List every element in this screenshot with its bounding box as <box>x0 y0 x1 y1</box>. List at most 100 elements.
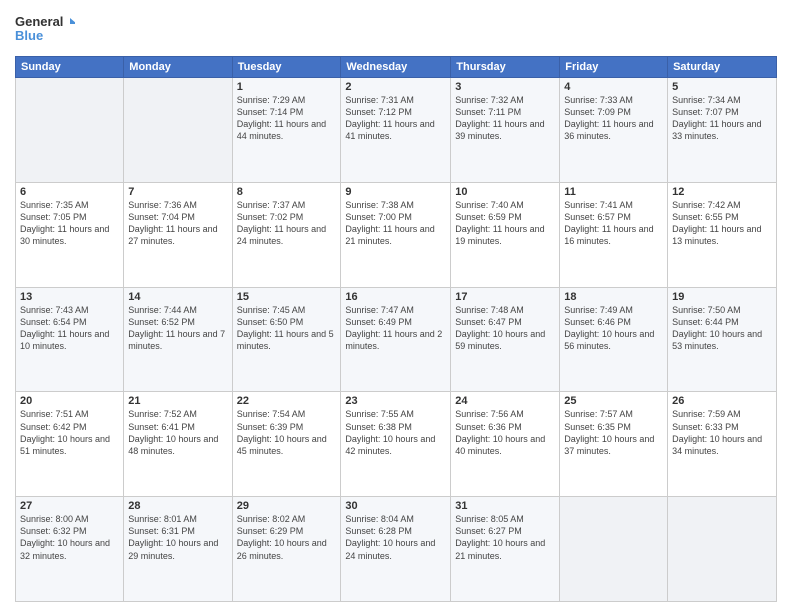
day-number: 23 <box>345 395 446 407</box>
weekday-wednesday: Wednesday <box>341 57 451 78</box>
day-cell: 28Sunrise: 8:01 AM Sunset: 6:31 PM Dayli… <box>124 497 232 602</box>
day-cell: 9Sunrise: 7:38 AM Sunset: 7:00 PM Daylig… <box>341 182 451 287</box>
weekday-thursday: Thursday <box>451 57 560 78</box>
weekday-friday: Friday <box>560 57 668 78</box>
day-number: 12 <box>672 186 772 198</box>
day-info: Sunrise: 7:35 AM Sunset: 7:05 PM Dayligh… <box>20 199 119 248</box>
day-info: Sunrise: 8:01 AM Sunset: 6:31 PM Dayligh… <box>128 513 227 562</box>
svg-text:Blue: Blue <box>15 28 43 43</box>
week-row-5: 27Sunrise: 8:00 AM Sunset: 6:32 PM Dayli… <box>16 497 777 602</box>
day-cell: 12Sunrise: 7:42 AM Sunset: 6:55 PM Dayli… <box>668 182 777 287</box>
day-number: 14 <box>128 291 227 303</box>
day-number: 25 <box>564 395 663 407</box>
day-cell: 15Sunrise: 7:45 AM Sunset: 6:50 PM Dayli… <box>232 287 341 392</box>
day-cell <box>668 497 777 602</box>
day-number: 17 <box>455 291 555 303</box>
day-info: Sunrise: 7:43 AM Sunset: 6:54 PM Dayligh… <box>20 304 119 353</box>
day-info: Sunrise: 7:32 AM Sunset: 7:11 PM Dayligh… <box>455 94 555 143</box>
day-cell: 2Sunrise: 7:31 AM Sunset: 7:12 PM Daylig… <box>341 78 451 183</box>
svg-text:General: General <box>15 14 63 29</box>
day-cell: 30Sunrise: 8:04 AM Sunset: 6:28 PM Dayli… <box>341 497 451 602</box>
day-number: 20 <box>20 395 119 407</box>
day-cell: 26Sunrise: 7:59 AM Sunset: 6:33 PM Dayli… <box>668 392 777 497</box>
day-cell <box>560 497 668 602</box>
day-info: Sunrise: 7:42 AM Sunset: 6:55 PM Dayligh… <box>672 199 772 248</box>
day-number: 15 <box>237 291 337 303</box>
day-info: Sunrise: 7:41 AM Sunset: 6:57 PM Dayligh… <box>564 199 663 248</box>
week-row-3: 13Sunrise: 7:43 AM Sunset: 6:54 PM Dayli… <box>16 287 777 392</box>
day-info: Sunrise: 7:31 AM Sunset: 7:12 PM Dayligh… <box>345 94 446 143</box>
day-info: Sunrise: 8:02 AM Sunset: 6:29 PM Dayligh… <box>237 513 337 562</box>
day-number: 6 <box>20 186 119 198</box>
logo: General Blue <box>15 10 75 50</box>
day-number: 24 <box>455 395 555 407</box>
day-number: 19 <box>672 291 772 303</box>
day-number: 28 <box>128 500 227 512</box>
weekday-tuesday: Tuesday <box>232 57 341 78</box>
day-number: 5 <box>672 81 772 93</box>
logo-container: General Blue <box>15 10 75 50</box>
day-info: Sunrise: 7:38 AM Sunset: 7:00 PM Dayligh… <box>345 199 446 248</box>
day-cell: 24Sunrise: 7:56 AM Sunset: 6:36 PM Dayli… <box>451 392 560 497</box>
day-cell: 17Sunrise: 7:48 AM Sunset: 6:47 PM Dayli… <box>451 287 560 392</box>
header: General Blue <box>15 10 777 50</box>
day-number: 2 <box>345 81 446 93</box>
day-info: Sunrise: 8:05 AM Sunset: 6:27 PM Dayligh… <box>455 513 555 562</box>
day-info: Sunrise: 7:55 AM Sunset: 6:38 PM Dayligh… <box>345 408 446 457</box>
weekday-header-row: SundayMondayTuesdayWednesdayThursdayFrid… <box>16 57 777 78</box>
day-cell: 19Sunrise: 7:50 AM Sunset: 6:44 PM Dayli… <box>668 287 777 392</box>
day-info: Sunrise: 7:54 AM Sunset: 6:39 PM Dayligh… <box>237 408 337 457</box>
day-number: 4 <box>564 81 663 93</box>
day-number: 9 <box>345 186 446 198</box>
day-number: 7 <box>128 186 227 198</box>
day-number: 3 <box>455 81 555 93</box>
day-cell: 22Sunrise: 7:54 AM Sunset: 6:39 PM Dayli… <box>232 392 341 497</box>
day-info: Sunrise: 7:59 AM Sunset: 6:33 PM Dayligh… <box>672 408 772 457</box>
day-cell: 5Sunrise: 7:34 AM Sunset: 7:07 PM Daylig… <box>668 78 777 183</box>
calendar-body: 1Sunrise: 7:29 AM Sunset: 7:14 PM Daylig… <box>16 78 777 602</box>
day-info: Sunrise: 7:47 AM Sunset: 6:49 PM Dayligh… <box>345 304 446 353</box>
day-number: 18 <box>564 291 663 303</box>
day-number: 26 <box>672 395 772 407</box>
day-cell: 4Sunrise: 7:33 AM Sunset: 7:09 PM Daylig… <box>560 78 668 183</box>
day-cell: 27Sunrise: 8:00 AM Sunset: 6:32 PM Dayli… <box>16 497 124 602</box>
day-number: 1 <box>237 81 337 93</box>
day-cell: 10Sunrise: 7:40 AM Sunset: 6:59 PM Dayli… <box>451 182 560 287</box>
day-cell: 29Sunrise: 8:02 AM Sunset: 6:29 PM Dayli… <box>232 497 341 602</box>
day-cell <box>16 78 124 183</box>
day-cell: 18Sunrise: 7:49 AM Sunset: 6:46 PM Dayli… <box>560 287 668 392</box>
day-cell: 14Sunrise: 7:44 AM Sunset: 6:52 PM Dayli… <box>124 287 232 392</box>
week-row-4: 20Sunrise: 7:51 AM Sunset: 6:42 PM Dayli… <box>16 392 777 497</box>
day-info: Sunrise: 7:51 AM Sunset: 6:42 PM Dayligh… <box>20 408 119 457</box>
day-info: Sunrise: 7:34 AM Sunset: 7:07 PM Dayligh… <box>672 94 772 143</box>
day-cell: 31Sunrise: 8:05 AM Sunset: 6:27 PM Dayli… <box>451 497 560 602</box>
day-cell: 13Sunrise: 7:43 AM Sunset: 6:54 PM Dayli… <box>16 287 124 392</box>
weekday-sunday: Sunday <box>16 57 124 78</box>
day-number: 31 <box>455 500 555 512</box>
day-info: Sunrise: 7:50 AM Sunset: 6:44 PM Dayligh… <box>672 304 772 353</box>
day-cell <box>124 78 232 183</box>
day-cell: 25Sunrise: 7:57 AM Sunset: 6:35 PM Dayli… <box>560 392 668 497</box>
week-row-2: 6Sunrise: 7:35 AM Sunset: 7:05 PM Daylig… <box>16 182 777 287</box>
day-number: 13 <box>20 291 119 303</box>
day-info: Sunrise: 8:00 AM Sunset: 6:32 PM Dayligh… <box>20 513 119 562</box>
day-info: Sunrise: 7:52 AM Sunset: 6:41 PM Dayligh… <box>128 408 227 457</box>
day-info: Sunrise: 7:48 AM Sunset: 6:47 PM Dayligh… <box>455 304 555 353</box>
day-info: Sunrise: 7:37 AM Sunset: 7:02 PM Dayligh… <box>237 199 337 248</box>
logo-svg: General Blue <box>15 10 75 45</box>
day-info: Sunrise: 7:44 AM Sunset: 6:52 PM Dayligh… <box>128 304 227 353</box>
day-number: 16 <box>345 291 446 303</box>
day-info: Sunrise: 7:36 AM Sunset: 7:04 PM Dayligh… <box>128 199 227 248</box>
calendar-table: SundayMondayTuesdayWednesdayThursdayFrid… <box>15 56 777 602</box>
day-info: Sunrise: 7:56 AM Sunset: 6:36 PM Dayligh… <box>455 408 555 457</box>
day-info: Sunrise: 7:29 AM Sunset: 7:14 PM Dayligh… <box>237 94 337 143</box>
day-info: Sunrise: 7:45 AM Sunset: 6:50 PM Dayligh… <box>237 304 337 353</box>
day-number: 30 <box>345 500 446 512</box>
day-info: Sunrise: 8:04 AM Sunset: 6:28 PM Dayligh… <box>345 513 446 562</box>
day-cell: 16Sunrise: 7:47 AM Sunset: 6:49 PM Dayli… <box>341 287 451 392</box>
day-info: Sunrise: 7:33 AM Sunset: 7:09 PM Dayligh… <box>564 94 663 143</box>
day-number: 10 <box>455 186 555 198</box>
day-cell: 3Sunrise: 7:32 AM Sunset: 7:11 PM Daylig… <box>451 78 560 183</box>
day-cell: 11Sunrise: 7:41 AM Sunset: 6:57 PM Dayli… <box>560 182 668 287</box>
day-number: 21 <box>128 395 227 407</box>
